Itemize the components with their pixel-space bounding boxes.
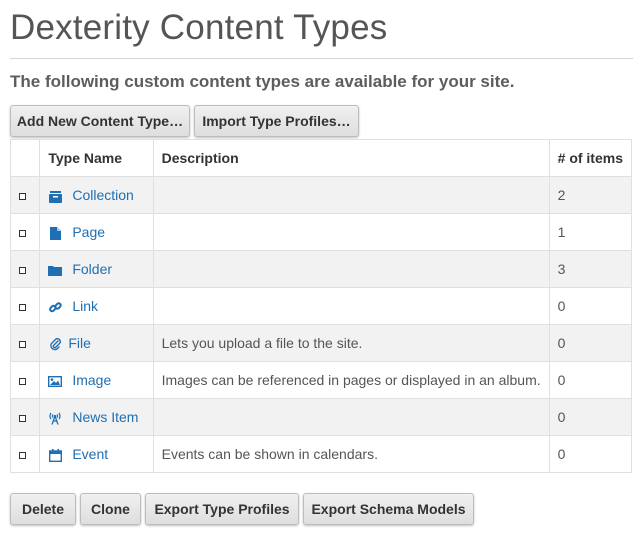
clone-button[interactable]: Clone — [80, 493, 141, 525]
add-content-type-button[interactable]: Add New Content Type… — [10, 105, 190, 137]
type-link-folder[interactable]: Folder — [48, 261, 112, 277]
type-name: News Item — [72, 408, 139, 425]
row-checkbox[interactable] — [19, 230, 26, 237]
row-checkbox[interactable] — [19, 267, 26, 274]
image-icon — [48, 374, 63, 388]
type-name: Link — [72, 297, 99, 314]
type-name: Collection — [72, 186, 134, 203]
item-count: 0 — [548, 324, 633, 362]
row-checkbox[interactable] — [19, 452, 26, 459]
type-link-image[interactable]: Image — [48, 372, 111, 388]
news-icon — [48, 411, 62, 426]
table-row: Folder 3 — [9, 250, 633, 288]
row-checkbox[interactable] — [19, 415, 26, 422]
folder-icon — [48, 263, 63, 277]
page-title: Dexterity Content Types — [10, 8, 388, 47]
paperclip-icon — [48, 337, 62, 351]
item-count: 0 — [548, 361, 633, 399]
type-name: Event — [72, 445, 109, 462]
type-description: Images can be referenced in pages or dis… — [152, 361, 550, 399]
table-row: News Item 0 — [9, 398, 633, 436]
type-link-news-item[interactable]: News Item — [48, 408, 139, 426]
type-name-header: Type Name — [39, 139, 154, 177]
page-lead: The following custom content types are a… — [10, 72, 515, 91]
item-count: 0 — [548, 435, 633, 473]
export-type-profiles-button[interactable]: Export Type Profiles — [145, 493, 299, 525]
type-name: Image — [72, 371, 112, 388]
type-link-page[interactable]: Page — [48, 223, 106, 241]
description-header: Description — [152, 139, 550, 177]
type-link-event[interactable]: Event — [48, 445, 109, 463]
row-checkbox[interactable] — [19, 378, 26, 385]
table-row: Page 1 — [9, 213, 633, 251]
type-description — [152, 176, 550, 214]
type-link-collection[interactable]: Collection — [48, 186, 134, 203]
calendar-icon — [48, 448, 62, 463]
row-checkbox[interactable] — [19, 304, 26, 311]
type-description — [152, 287, 550, 325]
item-count: 2 — [548, 176, 633, 214]
type-name: Folder — [72, 260, 113, 277]
type-description: Lets you upload a file to the site. — [152, 324, 550, 362]
import-type-profiles-button[interactable]: Import Type Profiles… — [194, 105, 359, 137]
type-description — [152, 398, 550, 436]
table-row: Event Events can be shown in calendars. … — [9, 435, 633, 473]
row-checkbox[interactable] — [19, 341, 26, 348]
type-description: Events can be shown in calendars. — [152, 435, 550, 473]
type-link-file[interactable]: File — [48, 335, 91, 351]
select-column-header — [9, 139, 41, 177]
type-description — [152, 250, 550, 288]
item-count: 3 — [548, 250, 633, 288]
type-description — [152, 213, 550, 251]
table-row: Image Images can be referenced in pages … — [9, 361, 633, 399]
export-schema-models-button[interactable]: Export Schema Models — [303, 493, 474, 525]
table-row: Collection 2 — [9, 176, 633, 214]
title-divider — [10, 58, 633, 59]
page-icon — [48, 226, 62, 241]
items-count-header: # of items — [548, 139, 633, 177]
content-types-table: Type Name Description # of items Collect… — [9, 139, 633, 473]
link-icon — [48, 300, 62, 314]
collection-icon — [48, 189, 62, 203]
delete-button[interactable]: Delete — [10, 493, 76, 525]
item-count: 1 — [548, 213, 633, 251]
item-count: 0 — [548, 287, 633, 325]
table-header-row: Type Name Description # of items — [9, 139, 633, 177]
table-row: File Lets you upload a file to the site.… — [9, 324, 633, 362]
type-name: Page — [72, 223, 106, 240]
table-row: Link 0 — [9, 287, 633, 325]
type-link-link[interactable]: Link — [48, 298, 98, 314]
row-checkbox[interactable] — [19, 193, 26, 200]
type-name: File — [68, 334, 91, 351]
item-count: 0 — [548, 398, 633, 436]
